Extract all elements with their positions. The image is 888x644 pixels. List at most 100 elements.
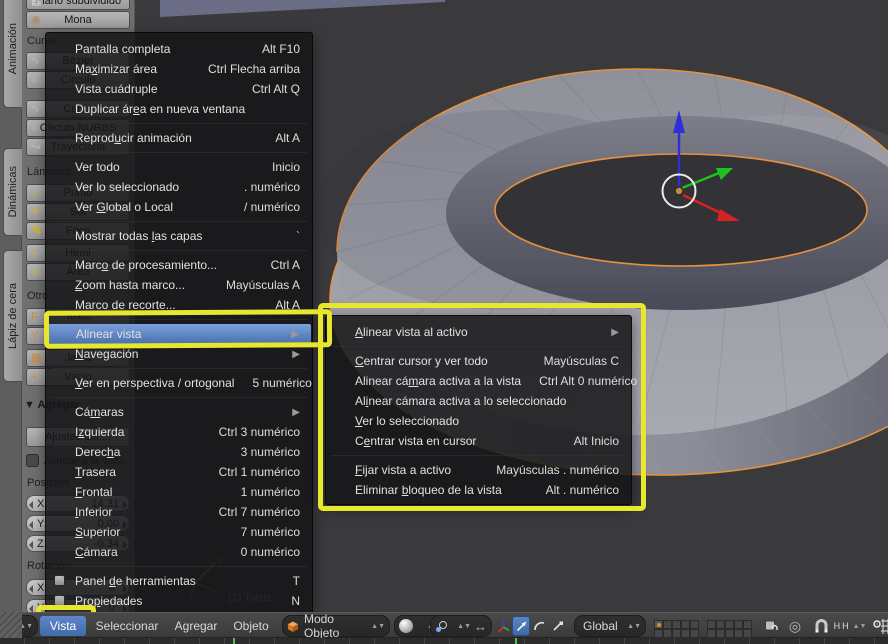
layer-cell[interactable] bbox=[733, 628, 743, 638]
menu-separator bbox=[51, 250, 307, 251]
area-lamp-icon: ▭ bbox=[31, 265, 42, 278]
menu-item-label: Pantalla completa bbox=[75, 42, 171, 56]
menu-item-shortcut: Alt F10 bbox=[261, 42, 300, 56]
layer-cell[interactable] bbox=[742, 628, 752, 638]
layers-widget-left[interactable] bbox=[653, 619, 699, 638]
menu-item-shortcut: Ctrl 7 numérico bbox=[218, 505, 300, 519]
layer-cell[interactable] bbox=[715, 619, 725, 629]
object-mode-cube-icon bbox=[287, 620, 299, 632]
menu-item[interactable]: Cámara 0 numérico bbox=[46, 542, 312, 562]
scale-manipulator-button[interactable] bbox=[548, 616, 566, 636]
layer-cell[interactable] bbox=[671, 619, 681, 629]
menu-item-label: Vista cuádruple bbox=[75, 82, 158, 96]
timeline-marker bbox=[233, 638, 235, 644]
timeline-strip[interactable] bbox=[0, 638, 888, 644]
opengl-render-icon[interactable] bbox=[872, 616, 888, 636]
header-menu-agregar[interactable]: Agregar bbox=[170, 616, 222, 636]
menu-item[interactable]: Maximizar área Ctrl Flecha arriba bbox=[46, 59, 312, 79]
menu-item[interactable]: Duplicar área en nueva ventana bbox=[46, 99, 312, 119]
manipulator-toggle-icon[interactable]: ↔ bbox=[474, 619, 487, 634]
menu-item-shortcut: Alt A bbox=[275, 131, 300, 145]
menu-item-label: Ver todo bbox=[75, 160, 120, 174]
menu-item-shortcut: T bbox=[292, 574, 300, 588]
menu-item[interactable]: Marco de procesamiento... Ctrl A bbox=[46, 255, 312, 275]
header-menu-seleccionar[interactable]: Seleccionar bbox=[93, 616, 161, 636]
shelf-tab-l-piz-de-cera[interactable]: Lápiz de cera bbox=[3, 250, 22, 382]
menu-item[interactable]: Ver lo seleccionado . numérico bbox=[46, 177, 312, 197]
menu-item[interactable]: Izquierda Ctrl 3 numérico bbox=[46, 422, 312, 442]
menu-item-label: Cámaras bbox=[75, 405, 124, 419]
layer-cell[interactable] bbox=[662, 619, 672, 629]
menu-item-shortcut: . numérico bbox=[243, 180, 300, 194]
menu-item-label: Izquierda bbox=[75, 425, 125, 439]
header-menu-objeto[interactable]: Objeto bbox=[228, 616, 274, 636]
rotate-manipulator-button[interactable] bbox=[530, 616, 548, 636]
shelf-tab-din-micas[interactable]: Dinámicas bbox=[3, 148, 22, 236]
circle-icon: ○ bbox=[31, 121, 38, 134]
menu-item-label: Trasera bbox=[75, 465, 116, 479]
menu-item[interactable]: Derecha 3 numérico bbox=[46, 442, 312, 462]
manipulator-axes-icon[interactable] bbox=[494, 616, 512, 636]
snap-element-selector[interactable]: HH ▲▼ bbox=[834, 617, 867, 635]
area-resize-corner[interactable] bbox=[0, 612, 22, 638]
layer-cell[interactable] bbox=[724, 619, 734, 629]
layer-cell[interactable] bbox=[706, 628, 716, 638]
menu-item-label: Inferior bbox=[75, 505, 113, 519]
translate-manipulator-button[interactable] bbox=[512, 616, 530, 636]
layer-cell[interactable] bbox=[653, 628, 663, 638]
transform-orientation-dropdown[interactable]: Global ▲▼ bbox=[574, 615, 646, 637]
menu-item-shortcut: Ctrl Flecha arriba bbox=[207, 62, 300, 76]
menu-item[interactable]: Pantalla completa Alt F10 bbox=[46, 39, 312, 59]
menu-item[interactable]: Vista cuádruple Ctrl Alt Q bbox=[46, 79, 312, 99]
menu-item[interactable]: Superior 7 numérico bbox=[46, 522, 312, 542]
lock-to-scene-icon[interactable] bbox=[761, 617, 781, 635]
layer-cell[interactable] bbox=[653, 619, 663, 629]
layer-cell[interactable] bbox=[742, 619, 752, 629]
layer-cell[interactable] bbox=[715, 628, 725, 638]
align-to-view-checkbox[interactable] bbox=[26, 454, 39, 467]
layer-cell[interactable] bbox=[706, 619, 716, 629]
menu-item[interactable]: Ver en perspectiva / ortogonal 5 numérico bbox=[46, 373, 312, 393]
menu-item[interactable]: Ver todo Inicio bbox=[46, 157, 312, 177]
layer-cell[interactable] bbox=[671, 628, 681, 638]
menu-separator bbox=[51, 397, 307, 398]
viewport-header-bar: ▲▼ Vista Seleccionar Agregar Objeto Modo Ob… bbox=[0, 612, 888, 640]
menu-item[interactable]: Ver Global o Local / numérico bbox=[46, 197, 312, 217]
annotation-align-vista-box bbox=[43, 309, 333, 349]
header-menu-vista[interactable]: Vista bbox=[40, 616, 86, 636]
shelf-button-mona[interactable]: ◉ Mona bbox=[26, 11, 130, 29]
menu-item-shortcut: Ctrl A bbox=[270, 258, 300, 272]
pivot-point-dropdown[interactable]: ▲▼ ↔ bbox=[430, 615, 492, 637]
proportional-edit-icon[interactable]: ◎ bbox=[786, 617, 804, 635]
shelf-tab-animaci-n[interactable]: Animación bbox=[3, 0, 22, 108]
menu-item[interactable]: Mostrar todas las capas ` bbox=[46, 226, 312, 246]
menu-separator bbox=[51, 566, 307, 567]
snap-magnet-icon[interactable] bbox=[810, 616, 832, 636]
menu-item[interactable]: Frontal 1 numérico bbox=[46, 482, 312, 502]
submenu-arrow-icon: ▶ bbox=[292, 406, 300, 418]
layers-widget-right[interactable] bbox=[706, 619, 752, 638]
menu-item[interactable]: Cámaras ▶ bbox=[46, 402, 312, 422]
menu-item[interactable]: Reproducir animación Alt A bbox=[46, 128, 312, 148]
menu-separator bbox=[51, 221, 307, 222]
layer-cell[interactable] bbox=[724, 628, 734, 638]
menu-item[interactable]: Trasera Ctrl 1 numérico bbox=[46, 462, 312, 482]
menu-item[interactable]: Zoom hasta marco... Mayúsculas A bbox=[46, 275, 312, 295]
shelf-button-label: Mona bbox=[64, 14, 92, 26]
layer-cell[interactable] bbox=[689, 628, 699, 638]
blender-window: y (1) Torus AnimaciónDinámicasLápiz de c… bbox=[0, 0, 888, 644]
solid-shading-sphere-icon bbox=[399, 619, 413, 633]
menu-separator bbox=[51, 123, 307, 124]
menu-item[interactable]: Panel de herramientas T bbox=[46, 571, 312, 591]
menu-item[interactable]: Inferior Ctrl 7 numérico bbox=[46, 502, 312, 522]
shelf-button-plano-subdividido[interactable]: ▦ Plano subdividido bbox=[26, 0, 130, 10]
mode-dropdown[interactable]: Modo Objeto ▲▼ bbox=[282, 612, 390, 640]
layer-cell[interactable] bbox=[689, 619, 699, 629]
layer-cell[interactable] bbox=[733, 619, 743, 629]
layer-cell[interactable] bbox=[680, 619, 690, 629]
grid-icon: ▦ bbox=[31, 0, 42, 7]
menu-item-shortcut: N bbox=[291, 594, 300, 608]
orientation-label: Global bbox=[583, 619, 618, 633]
layer-cell[interactable] bbox=[680, 628, 690, 638]
layer-cell[interactable] bbox=[662, 628, 672, 638]
